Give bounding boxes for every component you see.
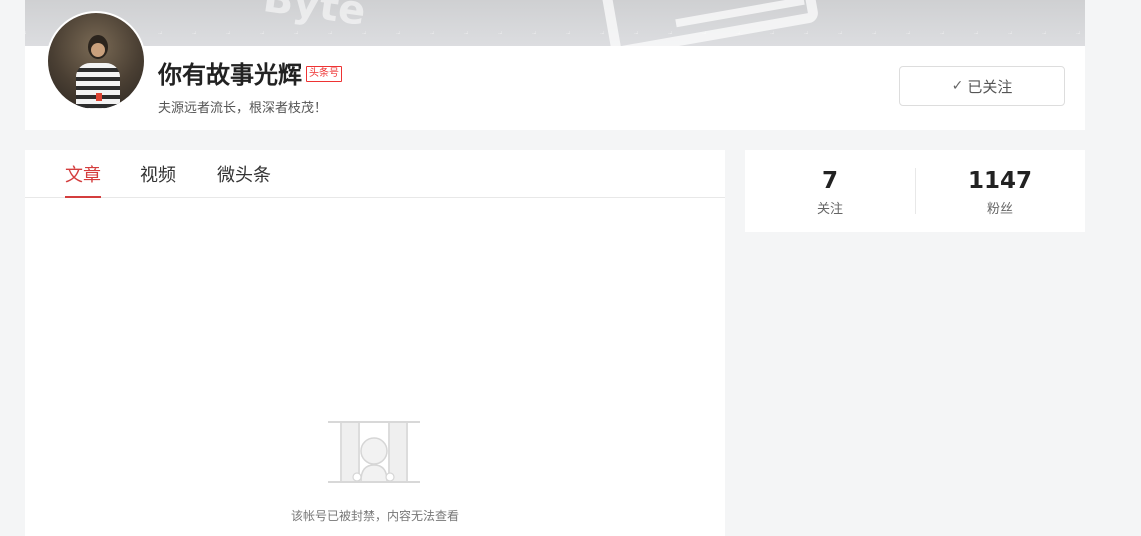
avatar-face bbox=[91, 43, 105, 57]
follow-button[interactable]: ✓ 已关注 bbox=[899, 66, 1065, 106]
profile-banner: Byte bbox=[25, 0, 1085, 46]
profile-card: Byte 你有故事光辉 头条号 夫源远者流长，根深者枝茂！ ✓ 已关注 bbox=[25, 0, 1085, 130]
profile-motto: 夫源远者流长，根深者枝茂！ bbox=[158, 101, 328, 116]
avatar[interactable] bbox=[46, 11, 146, 111]
follow-button-label: 已关注 bbox=[967, 77, 1013, 96]
tab-micro-posts[interactable]: 微头条 bbox=[217, 161, 271, 198]
following-label: 关注 bbox=[816, 202, 843, 217]
followers-count: 1147 bbox=[967, 168, 1032, 194]
banned-cage-icon bbox=[328, 421, 420, 483]
tab-articles[interactable]: 文章 bbox=[65, 161, 101, 198]
banner-pattern bbox=[25, 0, 1085, 46]
following-count: 7 bbox=[821, 168, 838, 194]
profile-name: 你有故事光辉 bbox=[158, 61, 302, 89]
avatar-badge bbox=[96, 93, 102, 101]
stat-following[interactable]: 7 关注 bbox=[745, 166, 915, 217]
content-tabs: 文章 视频 微头条 bbox=[25, 150, 725, 198]
check-icon: ✓ bbox=[951, 78, 964, 94]
followers-label: 粉丝 bbox=[986, 202, 1013, 217]
banned-message: 该帐号已被封禁，内容无法查看 bbox=[290, 509, 459, 523]
avatar-body bbox=[76, 63, 120, 109]
content-card: 文章 视频 微头条 该帐号已被封禁，内容无法查看 bbox=[25, 150, 725, 536]
stats-card: 7 关注 1147 粉丝 bbox=[745, 150, 1085, 232]
page: Byte 你有故事光辉 头条号 夫源远者流长，根深者枝茂！ ✓ 已关注 文章 视… bbox=[0, 0, 1141, 536]
account-type-tag: 头条号 bbox=[306, 66, 342, 82]
stat-followers[interactable]: 1147 粉丝 bbox=[915, 166, 1085, 217]
tab-videos[interactable]: 视频 bbox=[140, 161, 176, 198]
